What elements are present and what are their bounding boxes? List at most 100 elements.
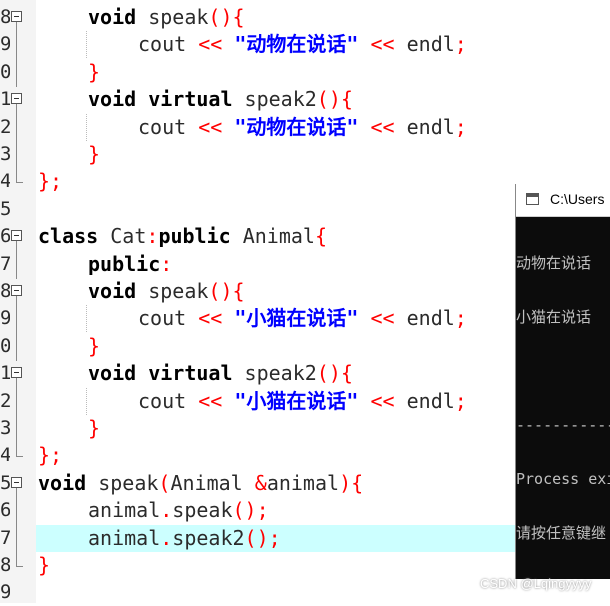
fold-guide: [16, 332, 17, 361]
keyword: void: [38, 470, 87, 495]
code-line[interactable]: 3}: [0, 141, 610, 169]
identifier: Animal: [230, 224, 315, 249]
line-number: 5: [0, 471, 10, 494]
code-line[interactable]: 9 cout << "动物在说话" << endl;: [0, 31, 610, 60]
identifier: speak2: [232, 87, 317, 112]
code-text: class Cat:public Animal{: [38, 223, 327, 250]
indent-guide: [86, 305, 87, 333]
keyword: void: [88, 5, 137, 29]
string-literal: "动物在说话": [234, 32, 359, 57]
operator: ();: [244, 525, 281, 550]
code-text: }: [88, 333, 100, 360]
operator: (){: [208, 279, 245, 303]
line-number: 8: [0, 554, 10, 576]
line-number: 9: [0, 307, 10, 330]
code-text: public:: [88, 251, 172, 278]
console-window[interactable]: C:\Users 动物在说话 小猫在说话 ------------ Proces…: [516, 184, 610, 579]
identifier: animal: [266, 470, 340, 495]
fold-toggle-icon[interactable]: [11, 476, 22, 488]
operator: (: [158, 470, 171, 495]
identifier: cout: [138, 388, 187, 413]
fold-guide: [16, 387, 17, 416]
line-number: 4: [0, 170, 10, 193]
code-text: cout << "动物在说话" << endl;: [138, 114, 467, 141]
line-number: 2: [0, 389, 10, 412]
line-number: 0: [0, 60, 10, 83]
identifier: speak: [86, 470, 159, 495]
operator: };: [38, 443, 63, 468]
code-line[interactable]: 1 void virtual speak2(){: [0, 86, 610, 115]
code-text: animal.speak();: [88, 497, 269, 524]
keyword: virtual: [136, 87, 233, 112]
indent-guide: [86, 387, 87, 415]
operator: ;: [454, 306, 467, 331]
line-number: 6: [0, 225, 10, 248]
operator: <<: [358, 32, 407, 57]
identifier: Animal: [170, 470, 255, 495]
keyword: public: [88, 251, 161, 276]
console-line: 请按任意键继: [516, 524, 607, 542]
operator: :: [146, 224, 159, 249]
identifier: endl: [406, 32, 455, 57]
identifier: cout: [138, 32, 187, 57]
identifier: cout: [138, 306, 187, 331]
console-output: 动物在说话 小猫在说话 ------------ Process exi 请按任…: [516, 218, 610, 578]
operator: ){: [339, 470, 364, 495]
operator: };: [38, 169, 63, 194]
operator: <<: [358, 114, 407, 139]
fold-toggle-icon[interactable]: [11, 367, 22, 379]
operator: <<: [186, 32, 235, 57]
fold-guide: [16, 305, 17, 334]
console-line: 动物在说话: [516, 254, 592, 272]
line-number: 1: [0, 362, 10, 385]
line-number: 8: [0, 280, 10, 302]
line-number: 9: [0, 33, 10, 56]
code-line[interactable]: 0}: [0, 58, 610, 87]
line-number: 1: [0, 88, 10, 111]
code-text: };: [38, 442, 62, 469]
keyword: void: [88, 361, 137, 386]
fold-toggle-icon[interactable]: [11, 285, 22, 296]
string-literal: "动物在说话": [234, 114, 359, 139]
code-text: }: [88, 141, 100, 168]
operator: <<: [358, 388, 407, 413]
console-line: Process exi: [516, 470, 610, 488]
console-titlebar[interactable]: C:\Users: [516, 184, 610, 217]
code-text: void speak(){: [88, 278, 245, 305]
code-text: void virtual speak2(){: [88, 86, 353, 113]
identifier: speak: [172, 498, 233, 523]
string-literal: "小猫在说话": [234, 306, 359, 331]
fold-guide: [16, 497, 17, 526]
line-number: 5: [0, 197, 10, 220]
operator: ;: [454, 114, 467, 139]
keyword: virtual: [136, 361, 233, 386]
code-text: void speak(){: [88, 4, 245, 31]
fold-guide: [16, 113, 17, 142]
identifier: animal: [88, 498, 161, 523]
identifier: speak2: [232, 361, 317, 386]
line-number: 2: [0, 115, 10, 138]
operator: &: [254, 470, 267, 495]
watermark: CSDN @Lqingyyyy: [480, 576, 592, 591]
identifier: speak: [136, 279, 209, 303]
fold-toggle-icon[interactable]: [11, 11, 22, 22]
operator: .: [160, 498, 173, 523]
fold-end-marker: [16, 552, 23, 567]
operator: (){: [208, 5, 245, 29]
line-number: 0: [0, 334, 10, 357]
string-literal: "小猫在说话": [234, 388, 359, 413]
operator: }: [88, 333, 101, 358]
operator: <<: [358, 306, 407, 331]
operator: }: [88, 142, 101, 166]
keyword: public: [158, 224, 231, 249]
code-text: cout << "动物在说话" << endl;: [138, 31, 467, 58]
code-line[interactable]: 2 cout << "动物在说话" << endl;: [0, 113, 610, 142]
fold-toggle-icon[interactable]: [11, 230, 22, 242]
operator: .: [160, 525, 173, 550]
code-text: }: [88, 59, 100, 86]
identifier: speak: [136, 5, 209, 29]
code-line[interactable]: 8 void speak(){: [0, 4, 610, 32]
fold-toggle-icon[interactable]: [11, 93, 22, 105]
keyword: void: [88, 87, 137, 112]
